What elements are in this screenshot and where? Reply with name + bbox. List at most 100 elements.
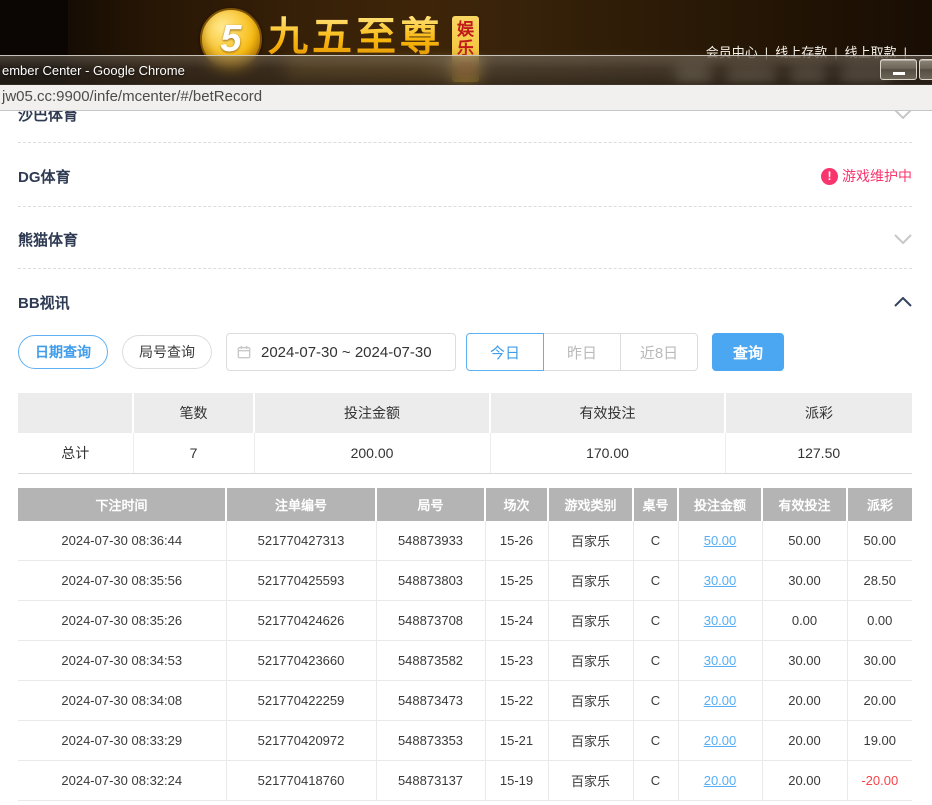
bet-table-header-cell: 游戏类别 [548,488,633,521]
bet-table-cell: 0.00 [762,601,847,641]
bet-record-table: 下注时间注单编号局号场次游戏类别桌号投注金额有效投注派彩 2024-07-30 … [18,488,912,801]
range-yesterday-button[interactable]: 昨日 [543,333,621,371]
bet-table-cell: 521770423660 [226,641,376,681]
chevron-up-icon [894,297,912,307]
summary-header-cell: 派彩 [725,393,912,433]
bet-table-cell: 521770418760 [226,761,376,801]
dashed-divider [18,268,912,269]
accordion-label: BB视讯 [18,292,70,313]
maximize-button[interactable] [919,59,932,80]
browser-window-chrome: ember Center - Google Chrome jw05.cc:990… [0,55,932,111]
bet-table-cell: 0.00 [847,601,912,641]
bet-table-cell: 2024-07-30 08:32:24 [18,761,226,801]
bet-table-cell: 15-21 [485,721,548,761]
table-row: 2024-07-30 08:36:44521770427313548873933… [18,521,912,561]
bet-table-cell: 15-23 [485,641,548,681]
bet-table-cell: 百家乐 [548,601,633,641]
quick-range-segmented: 今日 昨日 近8日 [466,333,698,371]
bet-table-cell: 548873933 [376,521,485,561]
date-range-value[interactable] [259,343,445,362]
chevron-down-icon [894,234,912,244]
table-row: 2024-07-30 08:33:29521770420972548873353… [18,721,912,761]
date-query-button[interactable]: 日期查询 [18,335,108,369]
bet-table-cell: C [633,721,678,761]
dashed-divider [18,142,912,143]
summary-header-cell: 有效投注 [490,393,725,433]
bet-amount-link[interactable]: 20.00 [678,681,762,721]
bet-table-cell: 2024-07-30 08:33:29 [18,721,226,761]
summary-header-cell: 投注金额 [254,393,490,433]
round-query-button[interactable]: 局号查询 [122,335,212,369]
summary-total-row: 总计 7 200.00 170.00 127.50 [18,433,912,474]
bet-table-cell: 百家乐 [548,721,633,761]
payout-negative: -20.00 [847,761,912,801]
brand-logo-text: 九五至尊 [268,16,444,58]
accordion-item-bb-video[interactable]: BB视讯 [18,291,912,313]
bet-amount-link[interactable]: 50.00 [678,521,762,561]
window-controls [880,59,932,80]
bet-table-header-cell: 局号 [376,488,485,521]
bet-table-cell: 20.00 [762,721,847,761]
bet-table-cell: C [633,561,678,601]
bet-table-cell: 521770422259 [226,681,376,721]
bet-table-cell: C [633,521,678,561]
bet-amount-link[interactable]: 30.00 [678,641,762,681]
bet-table-cell: 521770424626 [226,601,376,641]
accordion-item-panda-sports[interactable]: 熊猫体育 [18,228,912,250]
summary-cell: 170.00 [490,433,725,474]
bet-table-header-cell: 派彩 [847,488,912,521]
exclamation-icon: ! [821,168,838,185]
bet-table-cell: 15-25 [485,561,548,601]
table-row: 2024-07-30 08:35:56521770425593548873803… [18,561,912,601]
bet-table-cell: 521770425593 [226,561,376,601]
bet-amount-link[interactable]: 30.00 [678,561,762,601]
bet-table-cell: 30.00 [762,561,847,601]
bet-table-header-cell: 有效投注 [762,488,847,521]
url-text[interactable]: jw05.cc:9900/infe/mcenter/#/betRecord [2,85,262,109]
bet-table-header-cell: 桌号 [633,488,678,521]
range-last8-button[interactable]: 近8日 [620,333,698,371]
bet-table-cell: 548873708 [376,601,485,641]
summary-cell: 总计 [18,433,133,474]
maintenance-badge: ! 游戏维护中 [821,166,912,186]
bet-amount-link[interactable]: 20.00 [678,761,762,801]
bet-table-cell: 2024-07-30 08:36:44 [18,521,226,561]
bet-table-cell: 2024-07-30 08:35:56 [18,561,226,601]
minimize-button[interactable] [880,59,917,80]
bet-table-header-cell: 注单编号 [226,488,376,521]
bet-amount-link[interactable]: 30.00 [678,601,762,641]
date-range-input[interactable] [226,333,456,371]
bet-table-cell: 30.00 [762,641,847,681]
bet-table-cell: 50.00 [762,521,847,561]
bet-amount-link[interactable]: 20.00 [678,721,762,761]
bet-table-cell: 521770420972 [226,721,376,761]
bet-table-cell: 百家乐 [548,681,633,721]
table-row: 2024-07-30 08:35:26521770424626548873708… [18,601,912,641]
bet-table-header-cell: 下注时间 [18,488,226,521]
summary-table: 笔数 投注金额 有效投注 派彩 总计 7 200.00 170.00 127.5… [18,393,912,474]
bet-table-cell: 521770427313 [226,521,376,561]
bet-table-cell: 百家乐 [548,521,633,561]
badge-char-top: 娱 [457,20,474,39]
dashed-divider [18,206,912,207]
accordion-label: DG体育 [18,166,71,187]
minimize-icon [893,72,905,75]
screenshot-stage: 5 九五至尊 娱 乐 会员中心|线上存款|线上取款| 沙巴体育 DG体育 ! [0,0,932,805]
bet-table-cell: 50.00 [847,521,912,561]
accordion-item-dg-sports[interactable]: DG体育 ! 游戏维护中 [18,165,912,187]
bet-table-cell: 2024-07-30 08:35:26 [18,601,226,641]
filter-row: 日期查询 局号查询 今日 昨日 近8日 查询 [18,333,912,371]
bet-table-header-cell: 场次 [485,488,548,521]
search-button[interactable]: 查询 [712,333,784,371]
table-row: 2024-07-30 08:34:08521770422259548873473… [18,681,912,721]
bet-table-cell: 20.00 [762,681,847,721]
bet-table-cell: 548873353 [376,721,485,761]
browser-urlbar[interactable]: jw05.cc:9900/infe/mcenter/#/betRecord [0,85,932,111]
bet-table-cell: 15-26 [485,521,548,561]
bet-table-cell: 20.00 [762,761,847,801]
table-row: 2024-07-30 08:32:24521770418760548873137… [18,761,912,801]
bet-table-cell: C [633,681,678,721]
bet-table-cell: 15-24 [485,601,548,641]
range-today-button[interactable]: 今日 [466,333,544,371]
bet-table-header-cell: 投注金额 [678,488,762,521]
